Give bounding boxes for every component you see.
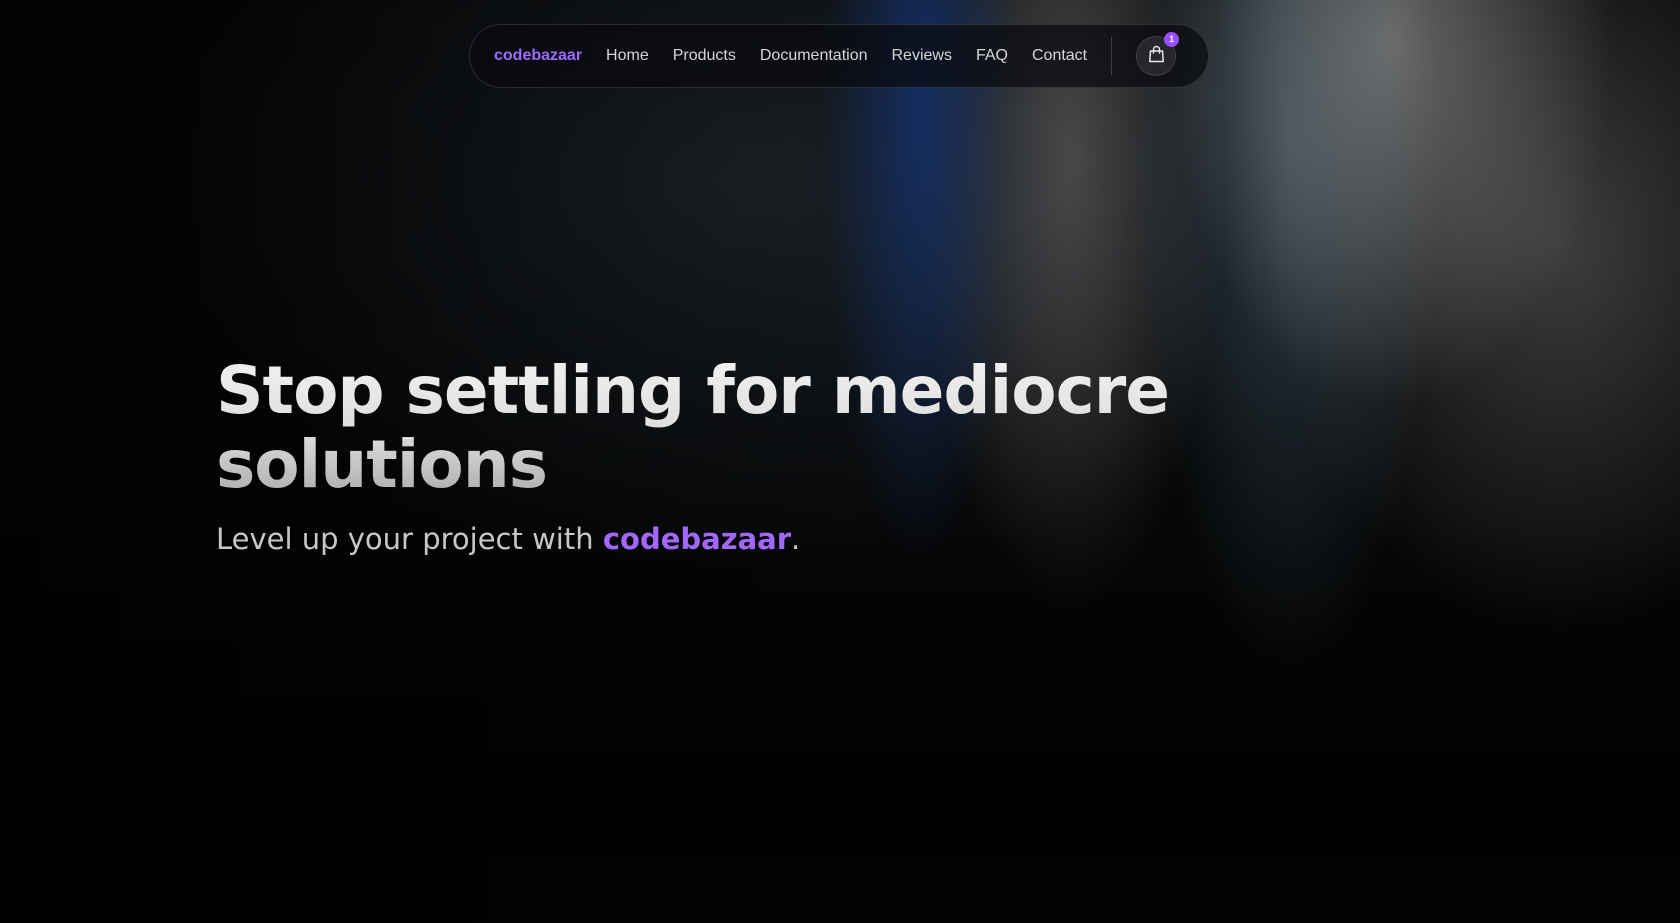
nav-link-documentation[interactable]: Documentation bbox=[760, 47, 868, 65]
nav-link-contact[interactable]: Contact bbox=[1032, 47, 1087, 65]
top-navigation: codebazaar Home Products Documentation R… bbox=[469, 24, 1209, 88]
hero-subtitle-brand: codebazaar bbox=[602, 522, 792, 556]
hero-subtitle-prefix: Level up your project with bbox=[216, 522, 603, 556]
nav-link-reviews[interactable]: Reviews bbox=[892, 47, 952, 65]
cart-count-badge: 1 bbox=[1164, 32, 1180, 47]
nav-divider bbox=[1111, 37, 1113, 75]
hero-subtitle: Level up your project with codebazaar. bbox=[216, 522, 1316, 556]
shopping-bag-icon bbox=[1148, 45, 1165, 68]
cart-button[interactable]: 1 bbox=[1136, 32, 1180, 76]
brand-logo-link[interactable]: codebazaar bbox=[494, 47, 582, 65]
hero-section: Stop settling for mediocre solutions Lev… bbox=[216, 354, 1316, 557]
nav-link-products[interactable]: Products bbox=[673, 47, 736, 65]
hero-subtitle-suffix: . bbox=[791, 522, 801, 556]
nav-link-faq[interactable]: FAQ bbox=[976, 47, 1008, 65]
nav-link-home[interactable]: Home bbox=[606, 47, 649, 65]
hero-title: Stop settling for mediocre solutions bbox=[216, 354, 1316, 502]
